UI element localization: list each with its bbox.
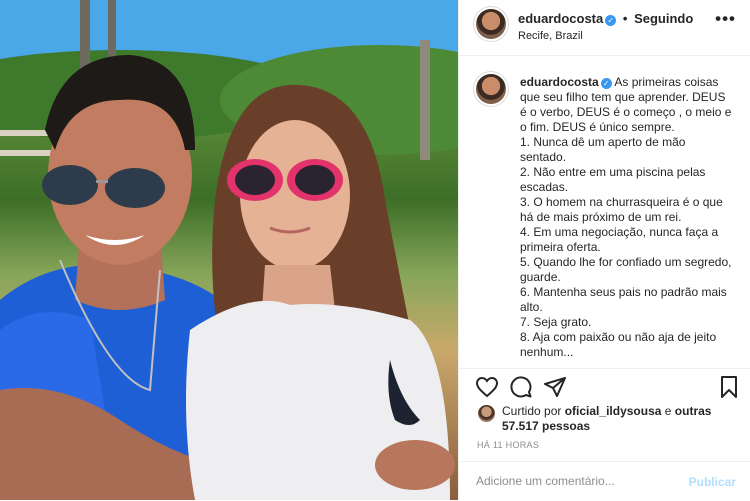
caption-verified-badge-icon: ✓ xyxy=(600,78,612,89)
post-timestamp[interactable]: HÁ 11 HORAS xyxy=(477,440,539,450)
save-button[interactable] xyxy=(717,375,741,399)
caption-text-block: eduardocosta ✓ As primeiras coisas que se… xyxy=(520,75,734,360)
share-icon xyxy=(544,377,566,397)
likes-and: e xyxy=(664,404,672,418)
author-line: eduardocosta ✓ • Seguindo xyxy=(518,11,693,26)
comment-button[interactable] xyxy=(509,375,533,399)
verified-badge-icon: ✓ xyxy=(605,15,617,26)
comment-icon xyxy=(510,376,532,398)
caption-username[interactable]: eduardocosta xyxy=(520,75,599,89)
liker-avatar[interactable] xyxy=(478,405,495,422)
caption-author-avatar[interactable] xyxy=(476,74,506,104)
bookmark-icon xyxy=(721,376,737,398)
author-username[interactable]: eduardocosta xyxy=(518,11,603,26)
more-options-icon[interactable]: ••• xyxy=(715,9,736,29)
share-button[interactable] xyxy=(543,375,567,399)
action-bar xyxy=(459,368,750,403)
likes-text: Curtido por oficial_ildysousa e outras 5… xyxy=(502,404,732,434)
author-avatar[interactable] xyxy=(476,9,506,39)
following-button[interactable]: Seguindo xyxy=(634,11,693,26)
comment-input[interactable] xyxy=(476,474,676,488)
post-header: eduardocosta ✓ • Seguindo Recife, Brazil … xyxy=(459,0,750,56)
publish-button[interactable]: Publicar xyxy=(689,475,736,489)
heart-icon xyxy=(475,376,499,398)
post-side-panel: eduardocosta ✓ • Seguindo Recife, Brazil … xyxy=(459,0,750,500)
separator-dot: • xyxy=(622,11,628,26)
post-caption: eduardocosta ✓ As primeiras coisas que se… xyxy=(459,56,750,368)
caption-text: As primeiras coisas que seu filho tem qu… xyxy=(520,75,732,359)
liker-username[interactable]: oficial_ildysousa xyxy=(565,404,662,418)
photo-illustration xyxy=(0,0,458,500)
post-photo[interactable] xyxy=(0,0,458,500)
comment-bar: Publicar xyxy=(459,461,750,501)
likes-prefix: Curtido por xyxy=(502,404,562,418)
post-location[interactable]: Recife, Brazil xyxy=(518,30,583,42)
like-button[interactable] xyxy=(475,375,499,399)
